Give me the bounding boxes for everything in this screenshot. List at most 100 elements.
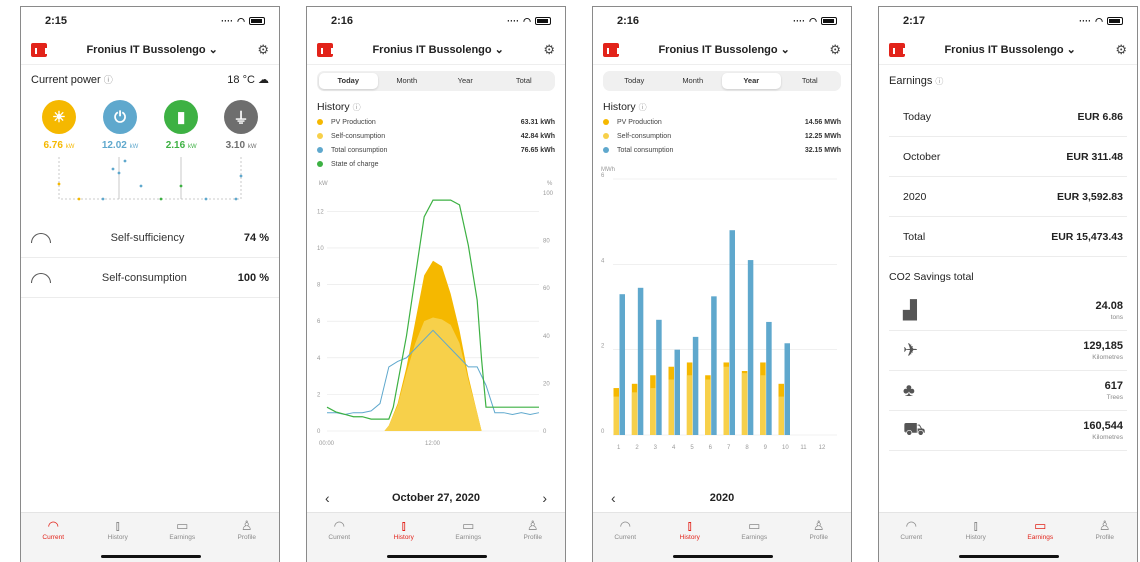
gauge-icon — [31, 272, 51, 283]
yearly-history-chart[interactable]: MWh02461 2 3 4 5 6 7 8 9 10 11 12 — [593, 157, 851, 461]
home-indicator[interactable] — [387, 555, 487, 558]
fronius-logo-icon — [889, 42, 905, 57]
y-left-tick-label: 0 — [317, 429, 321, 435]
bar-total-consumption — [692, 336, 699, 435]
segment-year[interactable]: Year — [436, 73, 495, 89]
plant-selector[interactable]: Fronius IT Bussolengo ⌄ — [86, 43, 217, 56]
segment-month[interactable]: Month — [378, 73, 437, 89]
history-content: Today Month Year Total History ⓘ PV Produ… — [307, 65, 565, 511]
plant-selector[interactable]: Fronius IT Bussolengo ⌄ — [944, 43, 1075, 56]
current-content: Current power ⓘ 18 °C ☁ ☀ 6.76 kW ⏻ 12.02… — [21, 65, 279, 511]
info-icon[interactable]: ⓘ — [104, 75, 113, 85]
gauge-icon: ◠ — [47, 518, 59, 533]
flow-pv[interactable]: ☀ 6.76 kW — [41, 100, 76, 151]
x-tick-label: 1 — [617, 445, 621, 451]
tab-current[interactable]: ◠ Current — [600, 518, 650, 562]
flow-load[interactable]: ⏻ 12.02 kW — [102, 100, 138, 151]
power-flows: ☀ 6.76 kW ⏻ 12.02 kW ▮ 2.16 kW ⏚ 3.10 kW — [21, 94, 279, 151]
tab-current[interactable]: ◠ Current — [886, 518, 936, 562]
bar-chart-icon: ⫾ — [973, 518, 978, 533]
segment-total[interactable]: Total — [495, 73, 554, 89]
flow-battery[interactable]: ▮ 2.16 kW — [164, 100, 199, 151]
history-title: History ⓘ — [603, 101, 647, 113]
status-bar: 2:16 ···· ◠ — [307, 7, 565, 35]
bar-self-consumption — [686, 375, 693, 435]
earnings-row-month: October EUR 311.48 — [889, 137, 1127, 177]
co2-row-flight: ✈ 129,185 Kilometres — [889, 331, 1127, 371]
x-tick-label: 5 — [690, 445, 694, 451]
tab-profile[interactable]: ♙ Profile — [508, 518, 558, 562]
legend-total-consumption: Total consumption 76.65 kWh — [307, 143, 565, 157]
bar-total-consumption — [747, 260, 754, 435]
date-navigator: ‹ 2020 › — [593, 490, 851, 506]
tab-profile[interactable]: ♙ Profile — [222, 518, 272, 562]
earnings-title: Earnings ⓘ — [889, 75, 944, 87]
segment-total[interactable]: Total — [781, 73, 840, 89]
battery-icon — [821, 17, 837, 25]
clock: 2:17 — [903, 15, 926, 27]
daily-history-chart[interactable]: kW % 0 2 4 6 8 10 12 0 20 40 60 80 100 00:00 12:00 — [307, 171, 565, 461]
bar-self-consumption — [760, 375, 766, 435]
gear-icon[interactable]: ⚙ — [257, 42, 269, 58]
plant-selector[interactable]: Fronius IT Bussolengo ⌄ — [658, 43, 789, 56]
info-icon[interactable]: ⓘ — [353, 103, 361, 112]
legend-state-of-charge: State of charge — [307, 157, 565, 171]
x-tick-label: 12 — [819, 445, 826, 451]
chevron-left-icon[interactable]: ‹ — [611, 490, 616, 506]
gear-icon[interactable]: ⚙ — [1115, 42, 1127, 58]
tab-profile[interactable]: ♙ Profile — [794, 518, 844, 562]
x-tick-label: 10 — [782, 445, 789, 451]
gauge-icon: ◠ — [333, 518, 345, 533]
segment-today[interactable]: Today — [605, 73, 664, 89]
fronius-logo-icon — [31, 42, 47, 57]
home-indicator[interactable] — [959, 555, 1059, 558]
kpi-self-consumption[interactable]: Self-consumption 100 % — [21, 258, 279, 298]
y-tick-label: 4 — [601, 258, 605, 264]
phone-current: 2:15 ···· ◠ Fronius IT Bussolengo ⌄ ⚙ Cur… — [20, 6, 280, 562]
home-indicator[interactable] — [673, 555, 773, 558]
chevron-down-icon: ⌄ — [780, 44, 790, 56]
gear-icon[interactable]: ⚙ — [829, 42, 841, 58]
gear-icon[interactable]: ⚙ — [543, 42, 555, 58]
signal-icon: ···· — [507, 16, 520, 26]
battery-icon — [249, 17, 265, 25]
kpi-self-sufficiency[interactable]: Self-sufficiency 74 % — [21, 218, 279, 258]
phone-history-year: 2:16 ···· ◠ Fronius IT Bussolengo ⌄ ⚙ Tod… — [592, 6, 852, 562]
y-tick-label: 0 — [601, 429, 605, 435]
tab-current[interactable]: ◠ Current — [314, 518, 364, 562]
bar-total-consumption — [656, 319, 662, 435]
history-title: History ⓘ — [317, 101, 361, 113]
tab-profile[interactable]: ♙ Profile — [1080, 518, 1130, 562]
bar-total-consumption — [711, 296, 717, 435]
info-icon[interactable]: ⓘ — [639, 103, 647, 112]
co2-row-trees: ♣ 617 Trees — [889, 371, 1127, 411]
tab-current[interactable]: ◠ Current — [28, 518, 78, 562]
info-icon[interactable]: ⓘ — [935, 77, 943, 86]
clock: 2:15 — [45, 15, 68, 27]
phone-history-today: 2:16 ···· ◠ Fronius IT Bussolengo ⌄ ⚙ Tod… — [306, 6, 566, 562]
segment-today[interactable]: Today — [319, 73, 378, 89]
phone-earnings: 2:17 ···· ◠ Fronius IT Bussolengo ⌄ ⚙ Ear… — [878, 6, 1138, 562]
chevron-right-icon[interactable]: › — [542, 490, 547, 506]
bar-self-consumption — [613, 396, 619, 435]
legend-total-consumption: Total consumption 32.15 MWh — [593, 143, 851, 157]
plant-selector[interactable]: Fronius IT Bussolengo ⌄ — [372, 43, 503, 56]
chevron-left-icon[interactable]: ‹ — [325, 490, 330, 506]
app-bar: Fronius IT Bussolengo ⌄ ⚙ — [21, 35, 279, 65]
y-right-tick-label: 0 — [543, 429, 547, 435]
segment-month[interactable]: Month — [664, 73, 723, 89]
y-tick-label: 2 — [601, 344, 605, 350]
gauge-icon: ◠ — [905, 518, 917, 533]
airplane-icon: ✈ — [903, 340, 919, 360]
y-right-tick-label: 60 — [543, 286, 550, 292]
period-segmented-control: Today Month Year Total — [317, 71, 555, 91]
co2-row-tons: ▟ 24.08 tons — [889, 291, 1127, 331]
app-bar: Fronius IT Bussolengo ⌄ ⚙ — [879, 35, 1137, 65]
segment-year[interactable]: Year — [722, 73, 781, 89]
bar-total-consumption — [637, 287, 644, 435]
wifi-icon: ◠ — [523, 15, 531, 26]
app-bar: Fronius IT Bussolengo ⌄ ⚙ — [593, 35, 851, 65]
flow-grid[interactable]: ⏚ 3.10 kW — [224, 100, 259, 151]
date-navigator: ‹ October 27, 2020 › — [307, 490, 565, 506]
home-indicator[interactable] — [101, 555, 201, 558]
